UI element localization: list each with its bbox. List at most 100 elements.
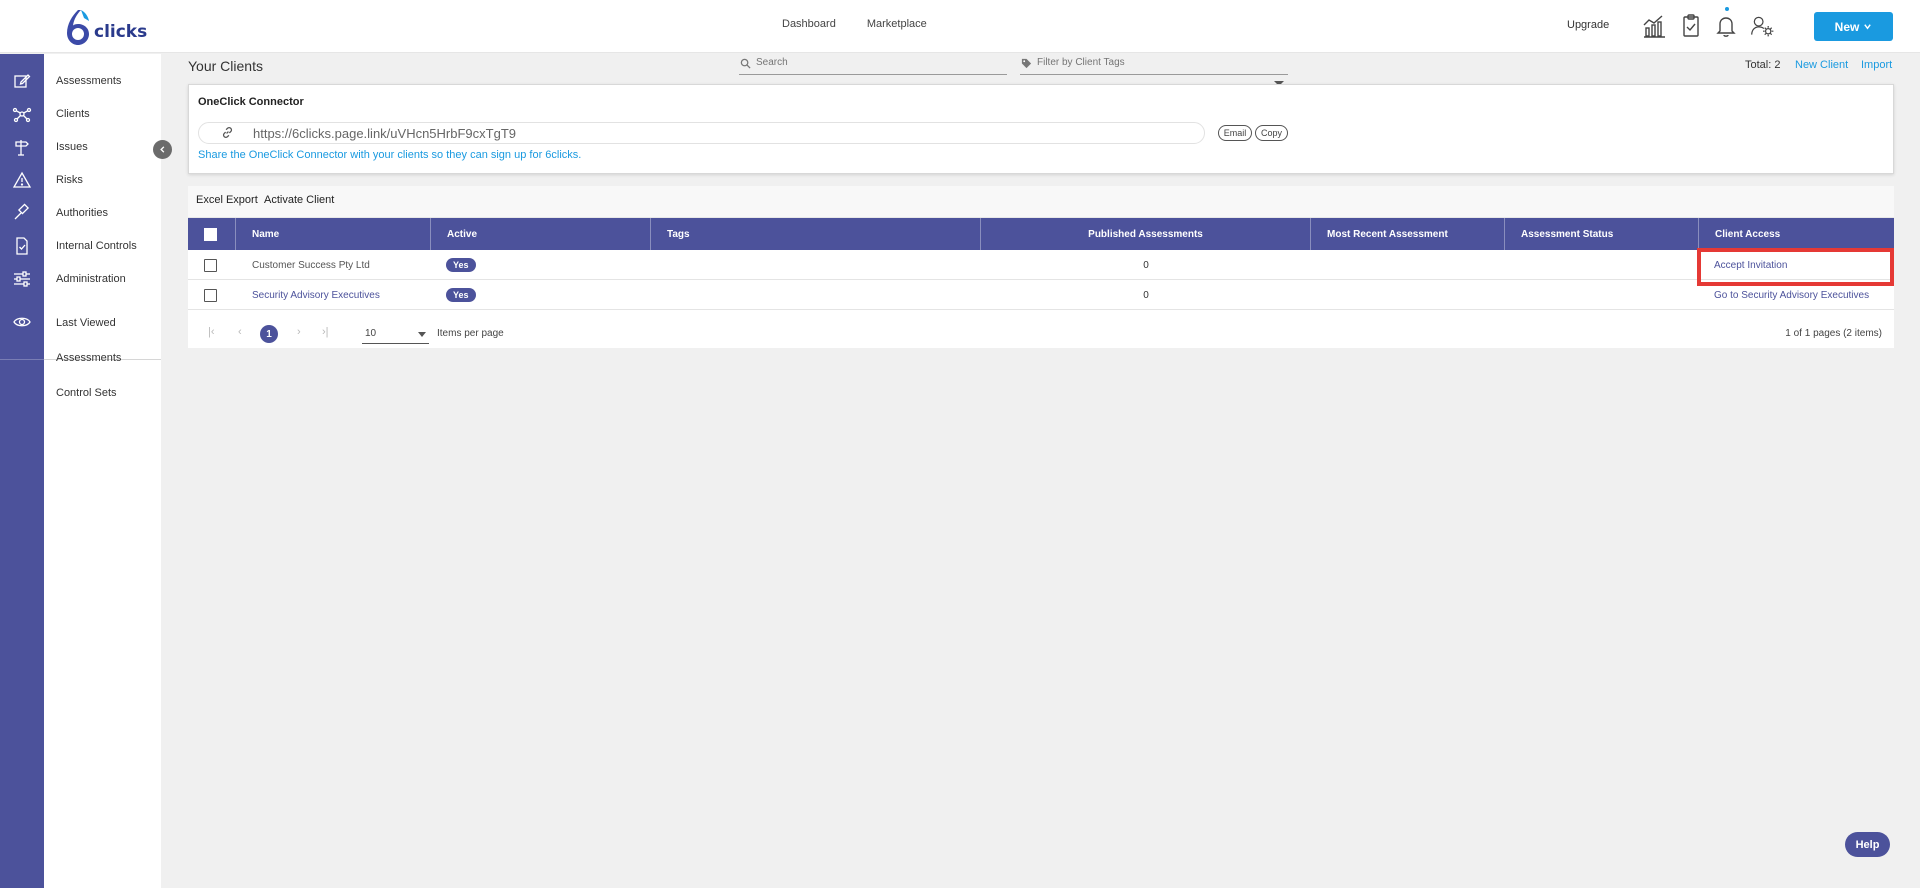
icon-rail: [0, 54, 44, 888]
document-check-icon[interactable]: [12, 236, 32, 256]
oneclick-connector-panel: OneClick Connector https://6clicks.page.…: [188, 84, 1894, 174]
row-checkbox[interactable]: [204, 289, 217, 302]
first-page-icon[interactable]: |‹: [208, 326, 215, 338]
activate-client-button[interactable]: Activate Client: [264, 194, 334, 206]
chevron-left-icon: [160, 146, 165, 153]
current-page-button[interactable]: 1: [260, 325, 278, 343]
new-client-link[interactable]: New Client: [1795, 59, 1848, 71]
table-row: Customer Success Pty Ltd Yes 0 Accept In…: [188, 250, 1894, 280]
table-header: Name Active Tags Published Assessments M…: [188, 218, 1894, 250]
next-page-icon[interactable]: ›: [297, 326, 301, 338]
connector-title: OneClick Connector: [198, 96, 304, 108]
total-count: Total: 2: [1745, 59, 1781, 71]
import-link[interactable]: Import: [1861, 59, 1892, 71]
client-access-cell: Accept Invitation: [1714, 250, 1787, 280]
sidebar-recent-assessments[interactable]: Assessments: [56, 352, 121, 364]
nav-marketplace[interactable]: Marketplace: [867, 18, 927, 30]
clipboard-check-icon[interactable]: [1678, 13, 1704, 39]
tag-icon: [1021, 58, 1032, 69]
nav-dashboard[interactable]: Dashboard: [782, 18, 836, 30]
analytics-icon[interactable]: [1641, 13, 1667, 39]
client-name: Security Advisory Executives: [252, 280, 380, 310]
copy-button[interactable]: Copy: [1255, 125, 1288, 141]
rail-divider: [0, 359, 44, 360]
active-cell: Yes: [446, 280, 476, 310]
sidebar-item-issues[interactable]: Issues: [56, 141, 88, 153]
six-logo-icon: [67, 10, 89, 45]
excel-export-button[interactable]: Excel Export: [196, 194, 258, 206]
column-active[interactable]: Active: [431, 218, 651, 250]
app-logo[interactable]: clicks: [64, 6, 147, 46]
published-count: 0: [1143, 259, 1149, 271]
client-access-cell: Go to Security Advisory Executives: [1714, 280, 1869, 310]
page-size-value: 10: [365, 328, 377, 339]
column-most-recent-assessment[interactable]: Most Recent Assessment: [1311, 218, 1505, 250]
user-settings-icon[interactable]: [1750, 13, 1776, 39]
pagination: |‹ ‹ 1 › ›| 10 Items per page 1 of 1 pag…: [188, 318, 1894, 348]
top-navigation: Dashboard Marketplace: [782, 18, 927, 30]
items-per-page-label: Items per page: [437, 328, 504, 339]
table-toolbar: Excel Export Activate Client: [188, 186, 1894, 218]
sidebar-item-assessments[interactable]: Assessments: [56, 75, 121, 87]
search-input[interactable]: [756, 57, 996, 68]
gavel-icon[interactable]: [12, 203, 32, 223]
last-page-icon[interactable]: ›|: [322, 326, 329, 338]
sidebar-recent-control-sets[interactable]: Control Sets: [56, 387, 117, 399]
help-button[interactable]: Help: [1845, 832, 1890, 857]
client-name-link[interactable]: Security Advisory Executives: [252, 290, 380, 301]
sidebar-last-viewed: Last Viewed: [56, 317, 116, 329]
column-assessment-status[interactable]: Assessment Status: [1505, 218, 1699, 250]
sidebar-item-internal-controls[interactable]: Internal Controls: [56, 240, 137, 252]
column-client-access[interactable]: Client Access: [1699, 218, 1894, 250]
column-tags[interactable]: Tags: [651, 218, 981, 250]
published-count: 0: [1143, 289, 1149, 301]
column-name[interactable]: Name: [236, 218, 431, 250]
sidebar-item-clients[interactable]: Clients: [56, 108, 90, 120]
previous-page-icon[interactable]: ‹: [238, 326, 242, 338]
go-to-client-link[interactable]: Go to Security Advisory Executives: [1714, 290, 1869, 301]
sidebar-item-risks[interactable]: Risks: [56, 174, 83, 186]
sidebar-item-authorities[interactable]: Authorities: [56, 207, 108, 219]
column-published-assessments[interactable]: Published Assessments: [981, 218, 1311, 250]
accept-invitation-link[interactable]: Accept Invitation: [1714, 260, 1787, 271]
connector-note: Share the OneClick Connector with your c…: [198, 149, 582, 161]
email-button[interactable]: Email: [1218, 125, 1252, 141]
page-title: Your Clients: [188, 58, 263, 74]
sidebar-collapse-button[interactable]: [153, 140, 172, 159]
active-badge: Yes: [446, 288, 476, 302]
notification-dot: [1725, 7, 1729, 11]
connector-url: https://6clicks.page.link/uVHcn5HrbF9cxT…: [253, 126, 516, 141]
link-icon: [222, 126, 233, 139]
tag-filter-box: [1020, 55, 1288, 75]
clients-table-card: Excel Export Activate Client Name Active…: [188, 186, 1894, 348]
pagination-info: 1 of 1 pages (2 items): [1785, 328, 1882, 339]
warning-icon[interactable]: [12, 170, 32, 190]
header-select-cell: [188, 218, 236, 250]
tag-filter-input[interactable]: [1037, 57, 1277, 68]
search-box: [739, 55, 1007, 75]
connector-url-field[interactable]: https://6clicks.page.link/uVHcn5HrbF9cxT…: [198, 122, 1205, 144]
select-all-checkbox[interactable]: [204, 228, 217, 241]
sliders-icon[interactable]: [12, 269, 32, 289]
active-badge: Yes: [446, 258, 476, 272]
signpost-icon[interactable]: [12, 137, 32, 157]
active-cell: Yes: [446, 250, 476, 280]
sidebar: Assessments Clients Issues Risks Authori…: [44, 54, 161, 888]
search-icon: [740, 58, 751, 69]
client-name: Customer Success Pty Ltd: [252, 259, 370, 271]
row-checkbox[interactable]: [204, 259, 217, 272]
page-size-caret-icon: [418, 332, 426, 337]
chevron-down-icon: [1864, 24, 1872, 30]
table-row: Security Advisory Executives Yes 0 Go to…: [188, 280, 1894, 310]
top-bar: clicks Dashboard Marketplace Upgrade New: [0, 0, 1920, 53]
new-button-label: New: [1834, 19, 1860, 34]
page-size-select[interactable]: 10: [362, 324, 429, 344]
upgrade-link[interactable]: Upgrade: [1567, 19, 1609, 31]
new-button[interactable]: New: [1814, 12, 1893, 41]
bell-icon[interactable]: [1713, 13, 1739, 39]
network-icon[interactable]: [12, 104, 32, 124]
edit-icon[interactable]: [12, 71, 32, 91]
eye-icon[interactable]: [12, 312, 32, 332]
logo-text: clicks: [94, 22, 148, 42]
sidebar-item-administration[interactable]: Administration: [56, 273, 126, 285]
